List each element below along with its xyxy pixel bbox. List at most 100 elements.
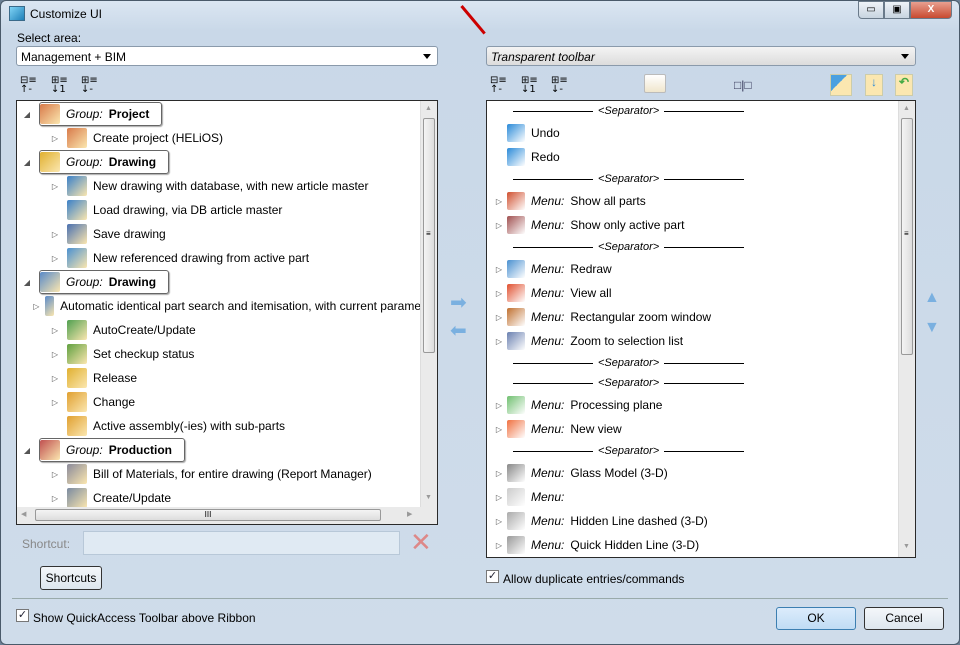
expand-arrow-icon[interactable]: ▷ xyxy=(493,541,505,550)
scroll-down-icon[interactable]: ▼ xyxy=(425,494,432,501)
collapse-arrow-icon[interactable]: ◢ xyxy=(21,278,33,287)
collapse-all-icon[interactable]: ⊟≡ ↑- xyxy=(490,76,508,95)
menu-item[interactable]: ▷ Menu: Zoom to selection list xyxy=(493,329,893,353)
export-icon[interactable]: ↓ xyxy=(865,74,883,96)
separator-item[interactable]: <Separator> xyxy=(493,101,893,121)
tree-group[interactable]: ◢ Group: Drawing xyxy=(21,270,421,294)
tree-item[interactable]: ▷ Change xyxy=(21,390,421,414)
reset-icon[interactable]: ↶ xyxy=(895,74,913,96)
close-button[interactable]: X xyxy=(910,1,952,19)
scroll-down-icon[interactable]: ▼ xyxy=(903,543,910,550)
vertical-scrollbar[interactable]: ▲ ≡ ▼ xyxy=(898,101,915,557)
expand-arrow-icon[interactable]: ▷ xyxy=(493,337,505,346)
expand-arrow-icon[interactable]: ▷ xyxy=(493,313,505,322)
add-right-arrow-icon[interactable]: ➡ xyxy=(450,290,467,315)
expand-arrow-icon[interactable]: ▷ xyxy=(49,230,61,239)
tree-item[interactable]: Active assembly(-ies) with sub-parts xyxy=(21,414,421,438)
expand-arrow-icon[interactable]: ▷ xyxy=(493,197,505,206)
separator-item[interactable]: <Separator> xyxy=(493,353,893,373)
separator-item[interactable]: <Separator> xyxy=(493,441,893,461)
tree-item[interactable]: ▷ Automatic identical part search and ite… xyxy=(21,294,421,318)
folder-icon[interactable] xyxy=(644,74,666,93)
move-up-icon[interactable]: ▲ xyxy=(924,289,940,307)
separator-item[interactable]: <Separator> xyxy=(493,169,893,189)
expand-arrow-icon[interactable]: ▷ xyxy=(493,265,505,274)
expand-arrow-icon[interactable]: ▷ xyxy=(49,326,61,335)
tree-item[interactable]: ▷ Set checkup status xyxy=(21,342,421,366)
toolbar-dropdown[interactable]: Transparent toolbar xyxy=(486,46,916,66)
title-bar[interactable]: Customize UI ▭ ▣ X xyxy=(1,1,959,27)
expand-arrow-icon[interactable]: ▷ xyxy=(49,374,61,383)
separator-item[interactable]: <Separator> xyxy=(493,237,893,257)
tree-item[interactable]: ▷ New referenced drawing from active part xyxy=(21,246,421,270)
vertical-scrollbar[interactable]: ▲ ≡ ▼ xyxy=(420,101,437,508)
expand-arrow-icon[interactable]: ▷ xyxy=(493,401,505,410)
menu-item[interactable]: ▷ Menu: Show all parts xyxy=(493,189,893,213)
expand-arrow-icon[interactable]: ▷ xyxy=(49,254,61,263)
tree-item[interactable]: ▷ Save drawing xyxy=(21,222,421,246)
scroll-up-icon[interactable]: ▲ xyxy=(903,105,910,112)
scroll-right-icon[interactable]: ▶ xyxy=(407,510,412,518)
horizontal-scrollbar[interactable]: ◀ III ▶ xyxy=(17,507,437,524)
minimize-button[interactable]: ▭ xyxy=(858,1,884,19)
tree-item[interactable]: ▷ AutoCreate/Update xyxy=(21,318,421,342)
cancel-button[interactable]: Cancel xyxy=(864,607,944,630)
expand-arrow-icon[interactable]: ▷ xyxy=(49,398,61,407)
expand-all-icon[interactable]: ⊞≡ ↓- xyxy=(551,76,569,95)
menu-item[interactable]: ▷ Menu: Glass Model (3-D) xyxy=(493,461,893,485)
expand-arrow-icon[interactable]: ▷ xyxy=(493,221,505,230)
expand-one-level-icon[interactable]: ⊞≡ ↓1 xyxy=(51,76,69,95)
expand-arrow-icon[interactable]: ▷ xyxy=(493,469,505,478)
menu-item[interactable]: ▷ Menu: xyxy=(493,485,893,509)
tree-item[interactable]: Load drawing, via DB article master xyxy=(21,198,421,222)
scrollbar-thumb[interactable]: ≡ xyxy=(901,118,913,355)
expand-arrow-icon[interactable]: ▷ xyxy=(33,302,39,311)
tree-group[interactable]: ◢ Group: Production xyxy=(21,438,421,462)
scroll-up-icon[interactable]: ▲ xyxy=(425,105,432,112)
expand-arrow-icon[interactable]: ▷ xyxy=(493,493,505,502)
collapse-arrow-icon[interactable]: ◢ xyxy=(21,110,33,119)
collapse-arrow-icon[interactable]: ◢ xyxy=(21,158,33,167)
expand-arrow-icon[interactable]: ▷ xyxy=(49,350,61,359)
move-down-icon[interactable]: ▼ xyxy=(924,319,940,337)
menu-item[interactable]: ▷ Menu: Processing plane xyxy=(493,393,893,417)
separator-item[interactable]: <Separator> xyxy=(493,373,893,393)
expand-arrow-icon[interactable]: ▷ xyxy=(49,182,61,191)
h-scrollbar-thumb[interactable]: III xyxy=(35,509,381,521)
remove-left-arrow-icon[interactable]: ➡ xyxy=(450,318,467,343)
tree-item[interactable]: ▷ Bill of Materials, for entire drawing (… xyxy=(21,462,421,486)
menu-item[interactable]: ▷ Menu: Hidden Line dashed (3-D) xyxy=(493,509,893,533)
menu-item[interactable]: ▷ Menu: View all xyxy=(493,281,893,305)
command-item[interactable]: Undo xyxy=(493,121,893,145)
expand-all-icon[interactable]: ⊞≡ ↓- xyxy=(81,76,99,95)
tree-group[interactable]: ◢ Group: Project xyxy=(21,102,421,126)
tree-item[interactable]: ▷ Release xyxy=(21,366,421,390)
tree-item[interactable]: ▷ New drawing with database, with new art… xyxy=(21,174,421,198)
menu-item[interactable]: ▷ Menu: Show only active part xyxy=(493,213,893,237)
expand-arrow-icon[interactable]: ▷ xyxy=(49,470,61,479)
toolbar-commands-list[interactable]: <Separator> Undo Redo <Separator> ▷ Menu: Show… xyxy=(486,100,916,558)
delete-shortcut-icon[interactable]: ✕ xyxy=(410,528,432,556)
expand-arrow-icon[interactable]: ▷ xyxy=(49,134,61,143)
menu-item[interactable]: ▷ Menu: New view xyxy=(493,417,893,441)
tree-group[interactable]: ◢ Group: Drawing xyxy=(21,150,421,174)
maximize-button[interactable]: ▣ xyxy=(884,1,910,19)
ok-button[interactable]: OK xyxy=(776,607,856,630)
shortcuts-button[interactable]: Shortcuts xyxy=(40,566,102,590)
shortcut-input[interactable] xyxy=(83,531,400,555)
select-area-dropdown[interactable]: Management + BIM xyxy=(16,46,438,66)
collapse-all-icon[interactable]: ⊟≡ ↑- xyxy=(20,76,38,95)
menu-item[interactable]: ▷ Menu: Rectangular zoom window xyxy=(493,305,893,329)
tree-item[interactable]: ▷ Create project (HELiOS) xyxy=(21,126,421,150)
expand-arrow-icon[interactable]: ▷ xyxy=(493,517,505,526)
menu-item[interactable]: ▷ Menu: Redraw xyxy=(493,257,893,281)
separator-insert-icon[interactable]: □|□ xyxy=(734,78,752,92)
expand-arrow-icon[interactable]: ▷ xyxy=(493,425,505,434)
expand-arrow-icon[interactable]: ▷ xyxy=(49,494,61,503)
scroll-left-icon[interactable]: ◀ xyxy=(21,510,26,518)
expand-arrow-icon[interactable]: ▷ xyxy=(493,289,505,298)
scrollbar-thumb[interactable]: ≡ xyxy=(423,118,435,353)
collapse-arrow-icon[interactable]: ◢ xyxy=(21,446,33,455)
commands-tree[interactable]: ◢ Group: Project ▷ Create project (HELiOS) ◢ G… xyxy=(16,100,438,525)
allow-duplicates-checkbox[interactable]: ✓ xyxy=(486,570,499,583)
